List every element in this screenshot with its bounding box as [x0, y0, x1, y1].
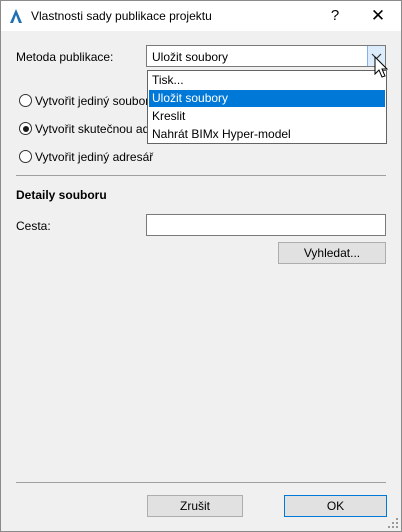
path-input[interactable]	[146, 214, 386, 236]
radio-real-structure-label: Vytvořit skutečnou ad	[35, 122, 150, 136]
dialog-window: Vlastnosti sady publikace projektu ? ✕ M…	[0, 0, 402, 532]
option-bimx-upload[interactable]: Nahrát BIMx Hyper-model	[149, 126, 385, 143]
mouse-pointer-icon	[374, 56, 389, 78]
file-details-heading: Detaily souboru	[16, 188, 107, 202]
section-divider	[16, 175, 386, 176]
footer-divider	[16, 482, 386, 483]
title-bar[interactable]: Vlastnosti sady publikace projektu ? ✕	[1, 1, 401, 31]
radio-single-folder-label: Vytvořit jediný adresář	[35, 150, 154, 164]
radio-single-file-label: Vytvořit jediný soubor	[35, 94, 150, 108]
option-print[interactable]: Tisk...	[149, 72, 385, 89]
browse-button[interactable]: Vyhledat...	[278, 242, 386, 264]
option-plot[interactable]: Kreslit	[149, 108, 385, 125]
close-button[interactable]: ✕	[358, 1, 398, 31]
path-label: Cesta:	[16, 219, 51, 233]
ok-button[interactable]: OK	[284, 495, 387, 517]
archicad-app-icon	[10, 9, 22, 23]
window-title: Vlastnosti sady publikace projektu	[31, 9, 212, 23]
resize-grip-icon[interactable]	[387, 517, 399, 529]
cancel-button[interactable]: Zrušit	[147, 495, 243, 517]
radio-single-file[interactable]	[19, 94, 32, 107]
radio-single-folder[interactable]	[19, 150, 32, 163]
radio-real-structure[interactable]	[19, 122, 32, 135]
publish-method-label: Metoda publikace:	[16, 50, 114, 64]
option-save-files[interactable]: Uložit soubory	[149, 90, 385, 107]
help-button[interactable]: ?	[315, 1, 355, 31]
publish-method-dropdown-list: Tisk... Uložit soubory Kreslit Nahrát BI…	[147, 70, 387, 144]
publish-method-select[interactable]: Uložit soubory	[146, 45, 386, 67]
publish-method-value: Uložit soubory	[152, 50, 229, 64]
